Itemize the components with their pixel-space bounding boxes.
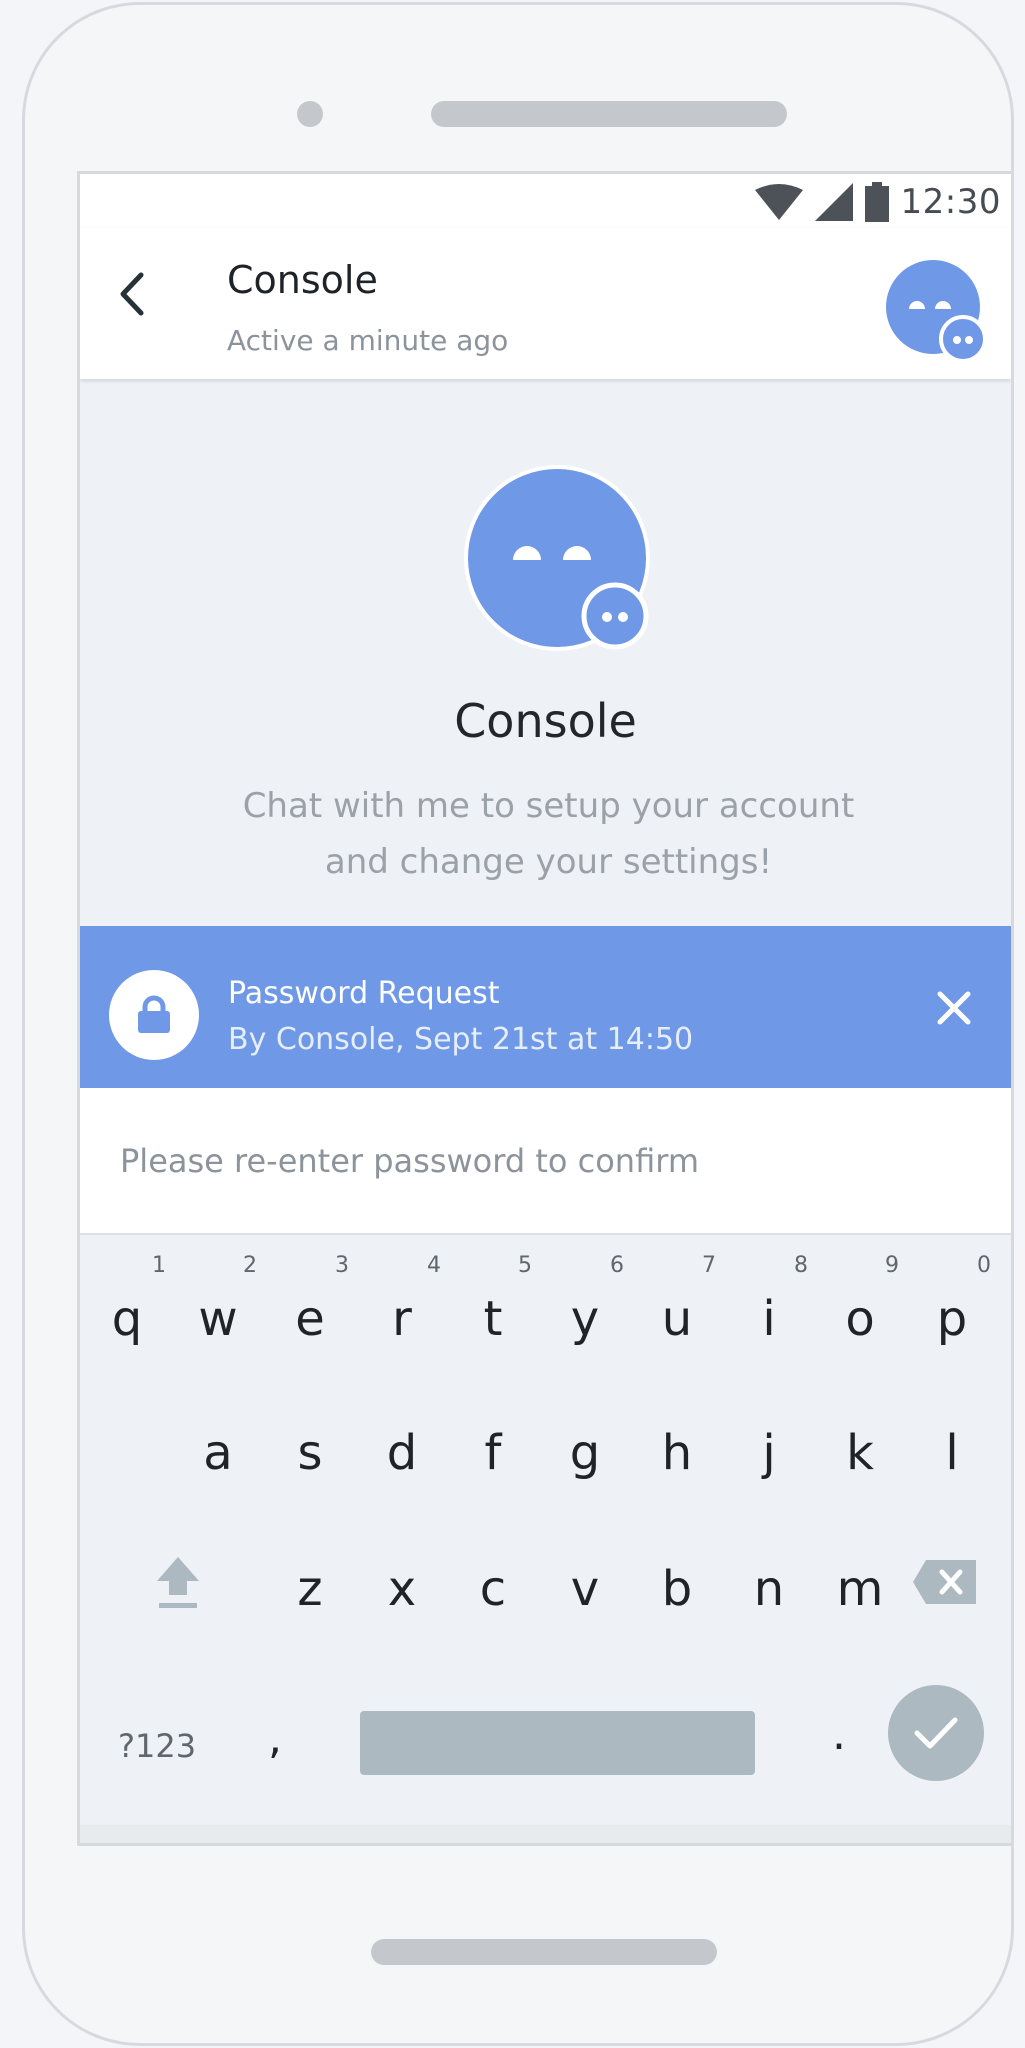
key-m[interactable]: m xyxy=(817,1523,903,1633)
check-icon xyxy=(914,1717,958,1749)
front-camera xyxy=(297,101,323,127)
key-q[interactable]: 1q xyxy=(84,1253,170,1363)
chat-title: Console xyxy=(227,258,378,302)
chevron-left-icon xyxy=(120,272,144,316)
backspace-key[interactable] xyxy=(910,1551,980,1613)
shift-icon xyxy=(157,1557,199,1608)
key-j[interactable]: j xyxy=(726,1387,812,1497)
key-f[interactable]: f xyxy=(450,1387,536,1497)
key-g[interactable]: g xyxy=(542,1387,628,1497)
key-a[interactable]: a xyxy=(175,1387,261,1497)
symbols-key[interactable]: ?123 xyxy=(118,1727,196,1765)
key-e[interactable]: 3e xyxy=(267,1253,353,1363)
key-k[interactable]: k xyxy=(817,1387,903,1497)
screen: 12:30 Console Active a minute ago Consol… xyxy=(77,171,1014,1846)
earpiece-speaker xyxy=(431,101,787,127)
signal-icon xyxy=(814,183,853,221)
key-t[interactable]: 5t xyxy=(450,1253,536,1363)
close-icon xyxy=(937,991,971,1025)
key-z[interactable]: z xyxy=(267,1523,353,1633)
password-request-banner: Password Request By Console, Sept 21st a… xyxy=(80,926,1011,1088)
key-b[interactable]: b xyxy=(634,1523,720,1633)
key-l[interactable]: l xyxy=(909,1387,995,1497)
status-time: 12:30 xyxy=(900,182,1001,222)
key-d[interactable]: d xyxy=(359,1387,445,1497)
back-button[interactable] xyxy=(100,262,164,326)
keyboard-bottom-strip xyxy=(80,1825,1011,1843)
phone-frame: 12:30 Console Active a minute ago Consol… xyxy=(22,2,1014,2046)
chat-status: Active a minute ago xyxy=(227,324,509,357)
period-key[interactable]: . xyxy=(832,1709,846,1760)
status-icons: 12:30 xyxy=(754,180,1001,224)
space-key[interactable] xyxy=(360,1711,755,1775)
backspace-icon xyxy=(913,1560,976,1604)
password-field xyxy=(80,1088,1011,1235)
key-w[interactable]: 2w xyxy=(175,1253,261,1363)
key-c[interactable]: c xyxy=(450,1523,536,1633)
confirm-key[interactable] xyxy=(888,1685,984,1781)
key-u[interactable]: 7u xyxy=(634,1253,720,1363)
bot-avatar-icon[interactable] xyxy=(885,259,987,361)
key-r[interactable]: 4r xyxy=(359,1253,445,1363)
close-request-button[interactable] xyxy=(930,984,978,1032)
key-x[interactable]: x xyxy=(359,1523,445,1633)
bot-description: Chat with me to setup your account and c… xyxy=(190,778,907,890)
key-h[interactable]: h xyxy=(634,1387,720,1497)
bot-description-line-1: Chat with me to setup your account xyxy=(242,786,855,826)
lock-badge xyxy=(109,970,199,1060)
wifi-icon xyxy=(754,184,803,220)
status-bar: 12:30 xyxy=(80,174,1011,228)
bot-description-line-2: and change your settings! xyxy=(324,842,773,882)
shift-key[interactable] xyxy=(142,1547,214,1619)
request-subtitle: By Console, Sept 21st at 14:50 xyxy=(228,1022,694,1057)
battery-icon xyxy=(864,182,889,222)
home-indicator xyxy=(371,1939,717,1965)
keyboard: 1q 2w 3e 4r 5t 6y 7u 8i 9o 0p a s d f g … xyxy=(80,1235,1011,1843)
key-o[interactable]: 9o xyxy=(817,1253,903,1363)
password-input[interactable] xyxy=(118,1124,942,1198)
key-p[interactable]: 0p xyxy=(909,1253,995,1363)
key-n[interactable]: n xyxy=(726,1523,812,1633)
lock-icon xyxy=(138,995,170,1033)
bot-name: Console xyxy=(454,694,637,748)
key-v[interactable]: v xyxy=(542,1523,628,1633)
key-s[interactable]: s xyxy=(267,1387,353,1497)
comma-key[interactable]: , xyxy=(268,1713,282,1764)
bot-profile-avatar-icon xyxy=(464,465,650,651)
app-bar: Console Active a minute ago xyxy=(80,228,1011,379)
key-i[interactable]: 8i xyxy=(726,1253,812,1363)
request-title: Password Request xyxy=(228,976,500,1011)
key-y[interactable]: 6y xyxy=(542,1253,628,1363)
